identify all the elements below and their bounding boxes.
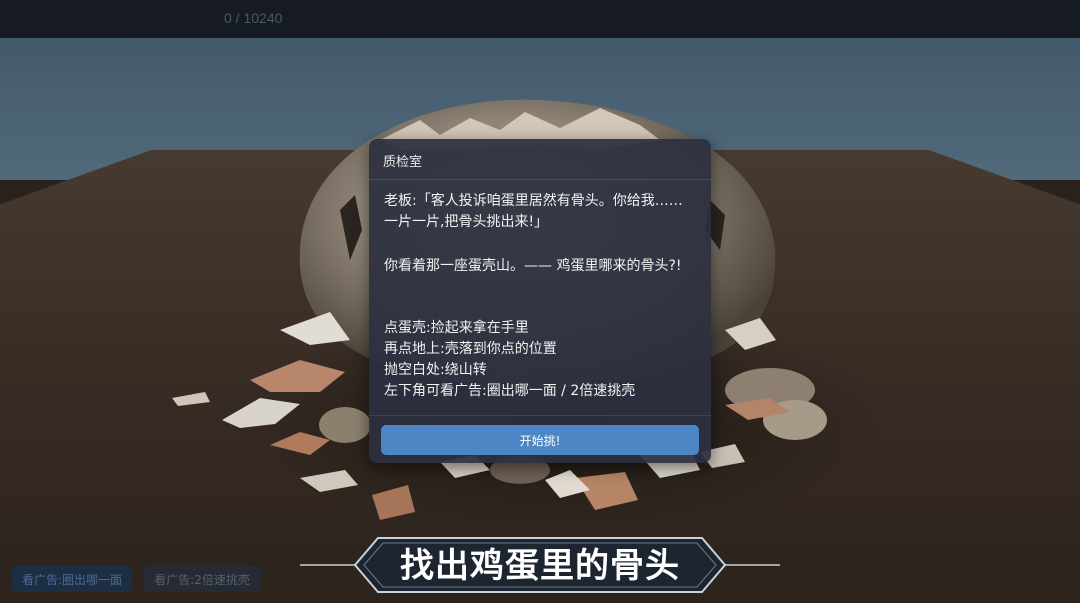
start-button[interactable]: 开始挑! bbox=[381, 425, 699, 455]
bone-counter: 0 / 10240 bbox=[224, 10, 283, 26]
shell-fragment bbox=[172, 392, 210, 406]
bone-piece bbox=[319, 407, 371, 443]
dialog-instruction-ads: 左下角可看广告:圈出哪一面 / 2倍速挑壳 bbox=[384, 383, 636, 399]
dialog-divider bbox=[369, 179, 711, 180]
dialog-instruction-tap-shell: 点蛋壳:捡起来拿在手里 bbox=[384, 320, 529, 336]
game-title: 找出鸡蛋里的骨头 bbox=[400, 546, 680, 586]
dialog-boss-line: 老板:「客人投诉咱蛋里居然有骨头。你给我……一片一片,把骨头挑出来!」 bbox=[384, 193, 683, 230]
intro-dialog: 质检室 老板:「客人投诉咱蛋里居然有骨头。你给我……一片一片,把骨头挑出来!」 … bbox=[369, 139, 711, 463]
dialog-title: 质检室 bbox=[383, 155, 423, 170]
watch-ad-speed-button[interactable]: 看广告:2倍速挑壳 bbox=[143, 566, 261, 592]
dialog-narration-line: 你看着那一座蛋壳山。—— 鸡蛋里哪来的骨头?! bbox=[384, 258, 682, 274]
game-scene[interactable]: 0 / 10240 质检室 老板:「客人投诉咱蛋里居然有骨头。你给我……一片一片… bbox=[0, 0, 1080, 603]
top-status-bar: 0 / 10240 bbox=[0, 0, 1080, 38]
watch-ad-circle-button[interactable]: 看广告:圈出哪一面 bbox=[12, 566, 132, 592]
dialog-divider bbox=[369, 415, 711, 416]
dialog-instruction-throw: 抛空白处:绕山转 bbox=[384, 362, 487, 378]
dialog-instruction-tap-ground: 再点地上:壳落到你点的位置 bbox=[384, 341, 557, 357]
